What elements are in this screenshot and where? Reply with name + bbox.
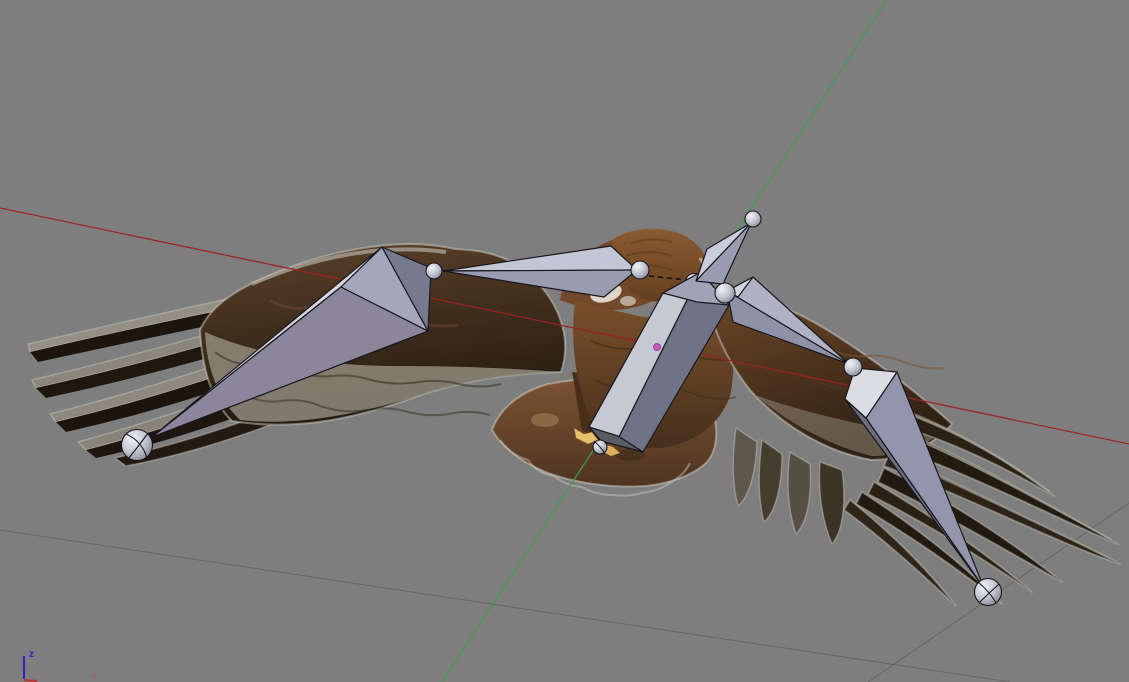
joint-neck-left[interactable]	[630, 260, 650, 280]
3d-viewport[interactable]: z x	[0, 0, 1129, 682]
scene-svg[interactable]: z x	[0, 0, 1129, 682]
gizmo-x-axis-icon	[23, 679, 38, 682]
joint-right-elbow[interactable]	[843, 357, 863, 377]
gizmo-x-label: x	[92, 671, 97, 681]
joint-right-shoulder[interactable]	[714, 282, 736, 304]
joint-head-top[interactable]	[744, 210, 762, 228]
origin-dot[interactable]	[653, 343, 661, 351]
gizmo-z-label: z	[29, 649, 34, 660]
joint-left-shoulder[interactable]	[425, 262, 443, 280]
